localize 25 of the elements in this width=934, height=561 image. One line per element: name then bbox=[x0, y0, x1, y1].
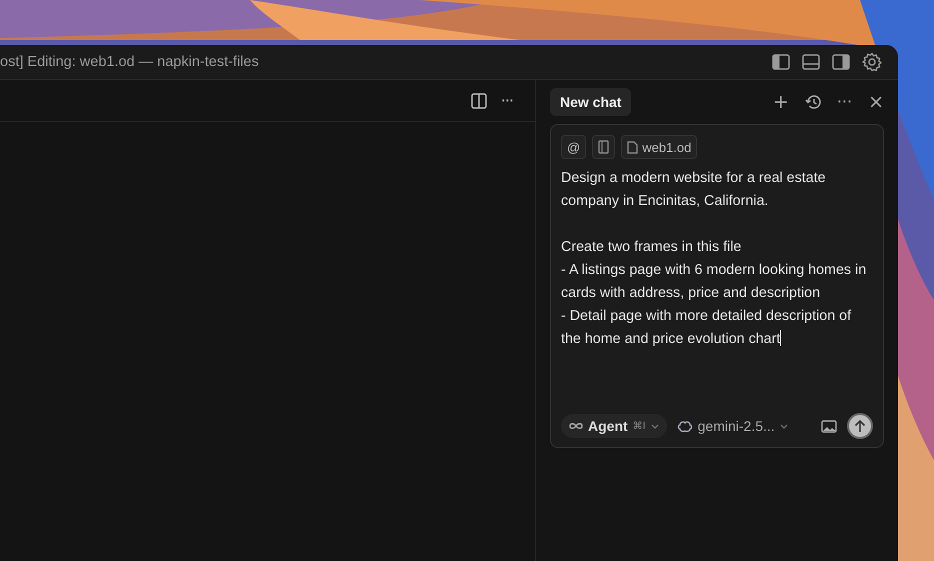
caret-icon bbox=[650, 422, 659, 430]
panel-bottom-icon[interactable] bbox=[802, 54, 820, 70]
more-button[interactable]: ··· bbox=[500, 91, 513, 110]
sidebar-right-icon[interactable] bbox=[832, 54, 850, 70]
file-icon bbox=[627, 140, 638, 154]
history-icon[interactable] bbox=[804, 94, 821, 110]
image-icon[interactable] bbox=[821, 420, 837, 432]
arrow-up-icon bbox=[853, 418, 867, 434]
book-icon[interactable] bbox=[592, 135, 616, 159]
add-button[interactable]: + bbox=[772, 92, 789, 112]
chat-tab[interactable]: New chat bbox=[550, 88, 632, 116]
mode-selector[interactable]: Agent ⌘I bbox=[561, 414, 667, 438]
prompt-input[interactable]: Design a modern website for a real estate company in Encinitas, California. Create two frames in this file - A listings page with 6 modern looking homes in cards with address, price and description - Detail page with more detailed description of the home and price evolution chart bbox=[561, 167, 873, 413]
infinity-icon bbox=[569, 420, 583, 432]
window-title: ost] Editing: web1.od — napkin-test-files bbox=[0, 54, 260, 70]
settings-icon[interactable] bbox=[862, 52, 882, 72]
caret-icon bbox=[780, 422, 788, 430]
close-button[interactable]: × bbox=[868, 92, 884, 112]
mention-chip[interactable]: @ bbox=[561, 135, 586, 159]
file-chip[interactable]: web1.od bbox=[621, 135, 698, 159]
split-view-icon[interactable] bbox=[470, 92, 487, 108]
sidebar-left-icon[interactable] bbox=[772, 54, 790, 70]
send-button[interactable] bbox=[847, 413, 873, 439]
more-button[interactable]: ··· bbox=[836, 94, 852, 110]
model-selector[interactable]: gemini-2.5... bbox=[676, 418, 788, 434]
